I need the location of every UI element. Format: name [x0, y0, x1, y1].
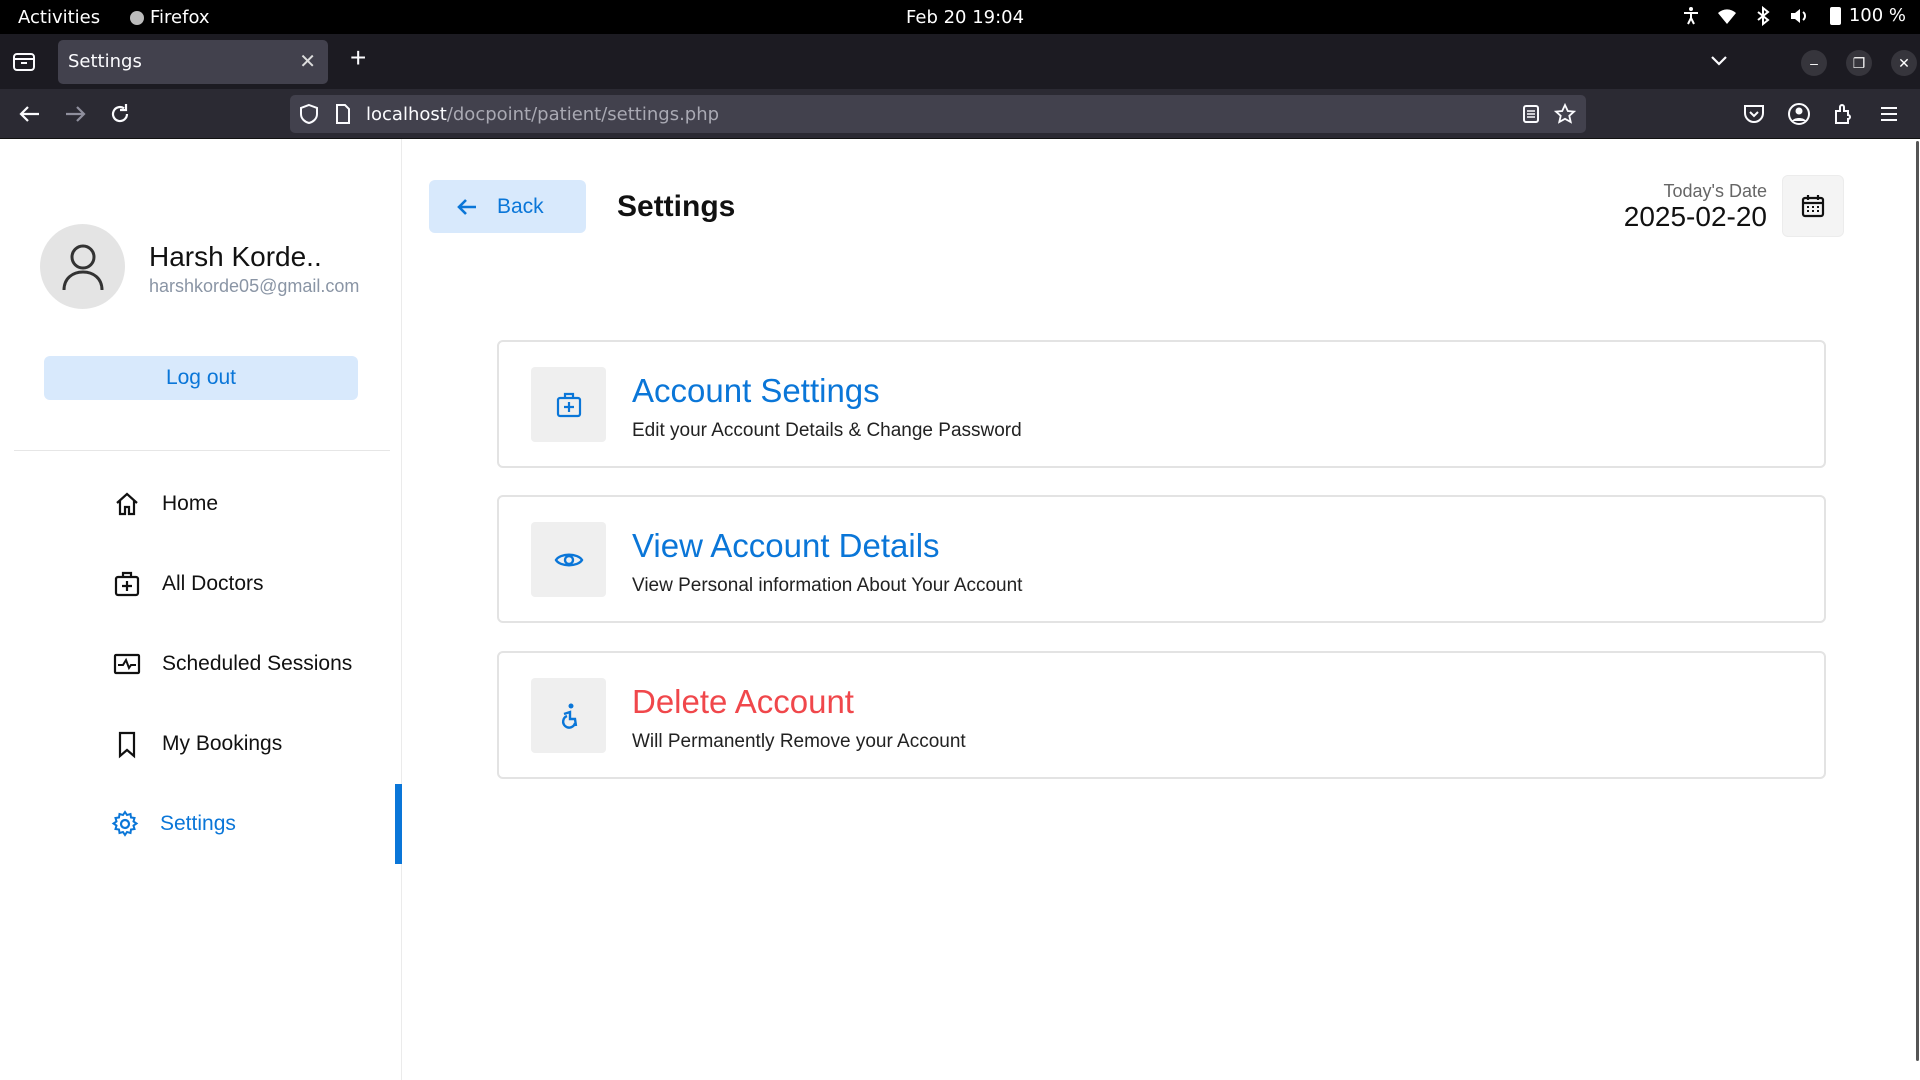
url-path: /docpoint/patient/settings.php	[446, 104, 720, 125]
reader-view-icon[interactable]	[1520, 103, 1542, 125]
hamburger-menu-icon[interactable]	[1876, 101, 1902, 127]
account-settings-card[interactable]: Account Settings Edit your Account Detai…	[497, 340, 1826, 468]
back-button[interactable]: Back	[429, 180, 586, 233]
delete-account-card[interactable]: Delete Account Will Permanently Remove y…	[497, 651, 1826, 779]
battery-icon	[1829, 6, 1841, 25]
bookmark-icon	[118, 731, 136, 759]
pocket-icon[interactable]	[1741, 101, 1767, 127]
clock[interactable]: Feb 20 19:04	[906, 7, 1024, 28]
card-icon-box	[531, 522, 606, 597]
firefox-icon	[130, 10, 144, 25]
sidebar-item-scheduled-sessions[interactable]: Scheduled Sessions	[0, 634, 402, 694]
scrollbar-thumb[interactable]	[1916, 141, 1919, 1061]
url-bar[interactable]: localhost/docpoint/patient/settings.php	[290, 95, 1586, 133]
wifi-icon	[1717, 8, 1736, 24]
sidebar-item-label: My Bookings	[162, 732, 283, 755]
sidebar: Harsh Korde.. harshkorde05@gmail.com Log…	[0, 139, 402, 1080]
card-title: Delete Account	[632, 683, 854, 720]
accessibility-status-icon	[1683, 6, 1698, 24]
arrow-left-icon	[457, 198, 476, 215]
accessibility-icon	[561, 703, 577, 729]
page-scrollbar[interactable]	[1912, 139, 1920, 1080]
sidebar-item-my-bookings[interactable]: My Bookings	[0, 714, 402, 774]
card-description: View Personal information About Your Acc…	[632, 575, 1023, 596]
app-name: Firefox	[150, 7, 210, 28]
sidebar-item-settings[interactable]: Settings	[0, 784, 402, 864]
gear-icon	[111, 810, 139, 837]
system-top-bar: Activities Firefox Feb 20 19:04 100 %	[0, 0, 1920, 34]
list-all-tabs-chevron-icon[interactable]	[1707, 48, 1731, 72]
calendar-button[interactable]	[1782, 175, 1844, 237]
logout-button[interactable]: Log out	[44, 356, 358, 400]
firefox-view-icon[interactable]	[12, 51, 36, 73]
new-tab-icon[interactable]: +	[350, 42, 366, 74]
activities-button[interactable]: Activities	[18, 7, 100, 28]
sidebar-item-all-doctors[interactable]: All Doctors	[0, 554, 402, 614]
calendar-icon	[1801, 195, 1825, 218]
card-description: Edit your Account Details & Change Passw…	[632, 420, 1022, 441]
date-value: 2025-02-20	[1623, 201, 1767, 232]
url-text[interactable]: localhost/docpoint/patient/settings.php	[366, 104, 719, 125]
card-icon-box	[531, 367, 606, 442]
shield-icon[interactable]	[298, 103, 320, 125]
eye-icon	[554, 553, 583, 566]
date-label: Today's Date	[1663, 181, 1768, 201]
schedule-icon	[113, 653, 141, 675]
tab-close-icon[interactable]: ✕	[299, 49, 316, 73]
account-icon[interactable]	[1786, 101, 1812, 127]
bookmark-star-icon[interactable]	[1554, 103, 1576, 125]
home-icon	[116, 492, 138, 516]
volume-icon	[1790, 8, 1806, 23]
extensions-icon[interactable]	[1831, 101, 1857, 127]
bluetooth-icon	[1757, 5, 1770, 26]
page-title: Settings	[617, 190, 736, 223]
back-arrow-icon[interactable]	[17, 101, 43, 127]
sidebar-item-label: Settings	[160, 812, 236, 835]
tab-strip: Settings ✕ + – ❐ ✕	[0, 34, 1920, 89]
card-icon-box	[531, 678, 606, 753]
card-title: View Account Details	[632, 527, 940, 564]
web-page: Harsh Korde.. harshkorde05@gmail.com Log…	[0, 139, 1920, 1080]
sidebar-divider	[14, 450, 390, 451]
user-icon	[62, 244, 103, 290]
navigation-toolbar: localhost/docpoint/patient/settings.php	[0, 89, 1920, 139]
sidebar-item-label: All Doctors	[162, 572, 264, 595]
profile-name: Harsh Korde..	[149, 241, 322, 272]
page-icon[interactable]	[332, 103, 354, 125]
sidebar-item-home[interactable]: Home	[0, 474, 402, 534]
profile-email: harshkorde05@gmail.com	[149, 276, 360, 296]
sidebar-item-label: Scheduled Sessions	[162, 652, 353, 675]
tab-settings[interactable]: Settings ✕	[58, 40, 328, 84]
close-window-icon[interactable]: ✕	[1891, 50, 1917, 76]
medical-bag-icon	[114, 571, 140, 597]
card-title: Account Settings	[632, 372, 880, 409]
tab-title: Settings	[68, 51, 142, 72]
sidebar-item-label: Home	[162, 492, 219, 515]
app-menu[interactable]: Firefox	[130, 7, 210, 28]
forward-arrow-icon[interactable]	[62, 101, 88, 127]
url-host: localhost	[366, 104, 447, 125]
restore-icon[interactable]: ❐	[1846, 50, 1872, 76]
view-account-details-card[interactable]: View Account Details View Personal infor…	[497, 495, 1826, 623]
status-area[interactable]: 100 %	[1681, 5, 1906, 26]
card-description: Will Permanently Remove your Account	[632, 731, 966, 752]
back-button-label: Back	[497, 194, 544, 218]
minimize-icon[interactable]: –	[1801, 50, 1827, 76]
reload-icon[interactable]	[107, 101, 133, 127]
medical-bag-icon	[556, 392, 581, 417]
avatar	[40, 224, 125, 309]
battery-percent: 100 %	[1848, 5, 1906, 26]
